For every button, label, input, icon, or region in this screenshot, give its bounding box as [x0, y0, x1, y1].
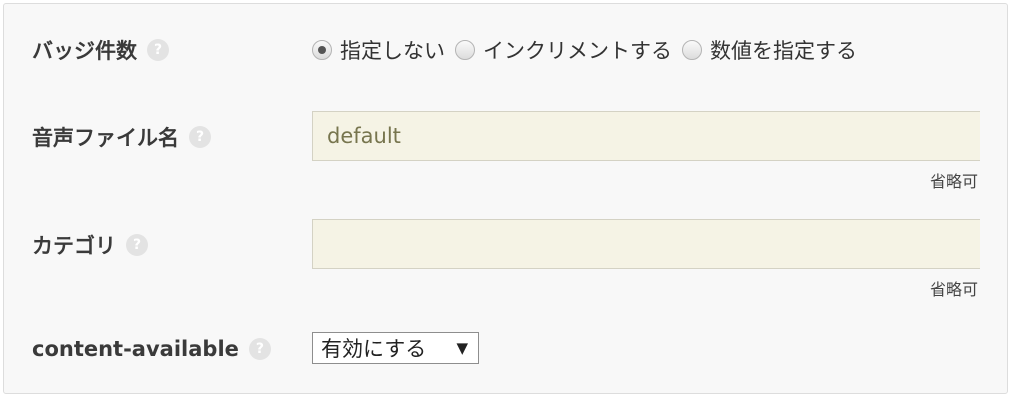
- radio-option-specify-number[interactable]: 数値を指定する: [682, 35, 857, 65]
- category-label: カテゴリ: [32, 234, 116, 258]
- radio-button[interactable]: [455, 40, 475, 60]
- radio-option-label: 数値を指定する: [710, 39, 857, 63]
- badge-count-label-row: バッジ件数 ?: [32, 35, 169, 65]
- select-value: 有効にする: [321, 337, 427, 361]
- help-icon[interactable]: ?: [248, 338, 271, 360]
- sound-file-label: 音声ファイル名: [32, 126, 179, 150]
- category-input[interactable]: [312, 219, 980, 269]
- content-available-label-row: content-available ?: [32, 337, 271, 361]
- optional-hint: 省略可: [929, 280, 978, 299]
- help-icon[interactable]: ?: [189, 126, 211, 148]
- push-settings-panel: バッジ件数 ? 指定しない インクリメントする 数値を指定する 音声ファイル名 …: [3, 3, 1008, 394]
- radio-option-none[interactable]: 指定しない: [312, 35, 445, 65]
- radio-option-label: インクリメントする: [483, 39, 672, 63]
- help-icon[interactable]: ?: [147, 39, 169, 61]
- triangle-down-icon: ▼: [456, 339, 468, 357]
- radio-option-label: 指定しない: [340, 39, 445, 63]
- category-label-row: カテゴリ ?: [32, 230, 148, 260]
- radio-button-selected[interactable]: [312, 40, 332, 60]
- radio-button[interactable]: [682, 40, 702, 60]
- radio-option-increment[interactable]: インクリメントする: [455, 35, 672, 65]
- sound-file-label-row: 音声ファイル名 ?: [32, 122, 211, 152]
- badge-count-radio-group: 指定しない インクリメントする 数値を指定する: [312, 35, 857, 65]
- help-icon[interactable]: ?: [126, 234, 148, 256]
- content-available-label: content-available: [32, 337, 239, 361]
- optional-hint: 省略可: [929, 172, 978, 191]
- content-available-select[interactable]: 有効にする ▼: [312, 332, 479, 364]
- sound-file-input[interactable]: [312, 111, 980, 161]
- badge-count-label: バッジ件数: [32, 39, 137, 63]
